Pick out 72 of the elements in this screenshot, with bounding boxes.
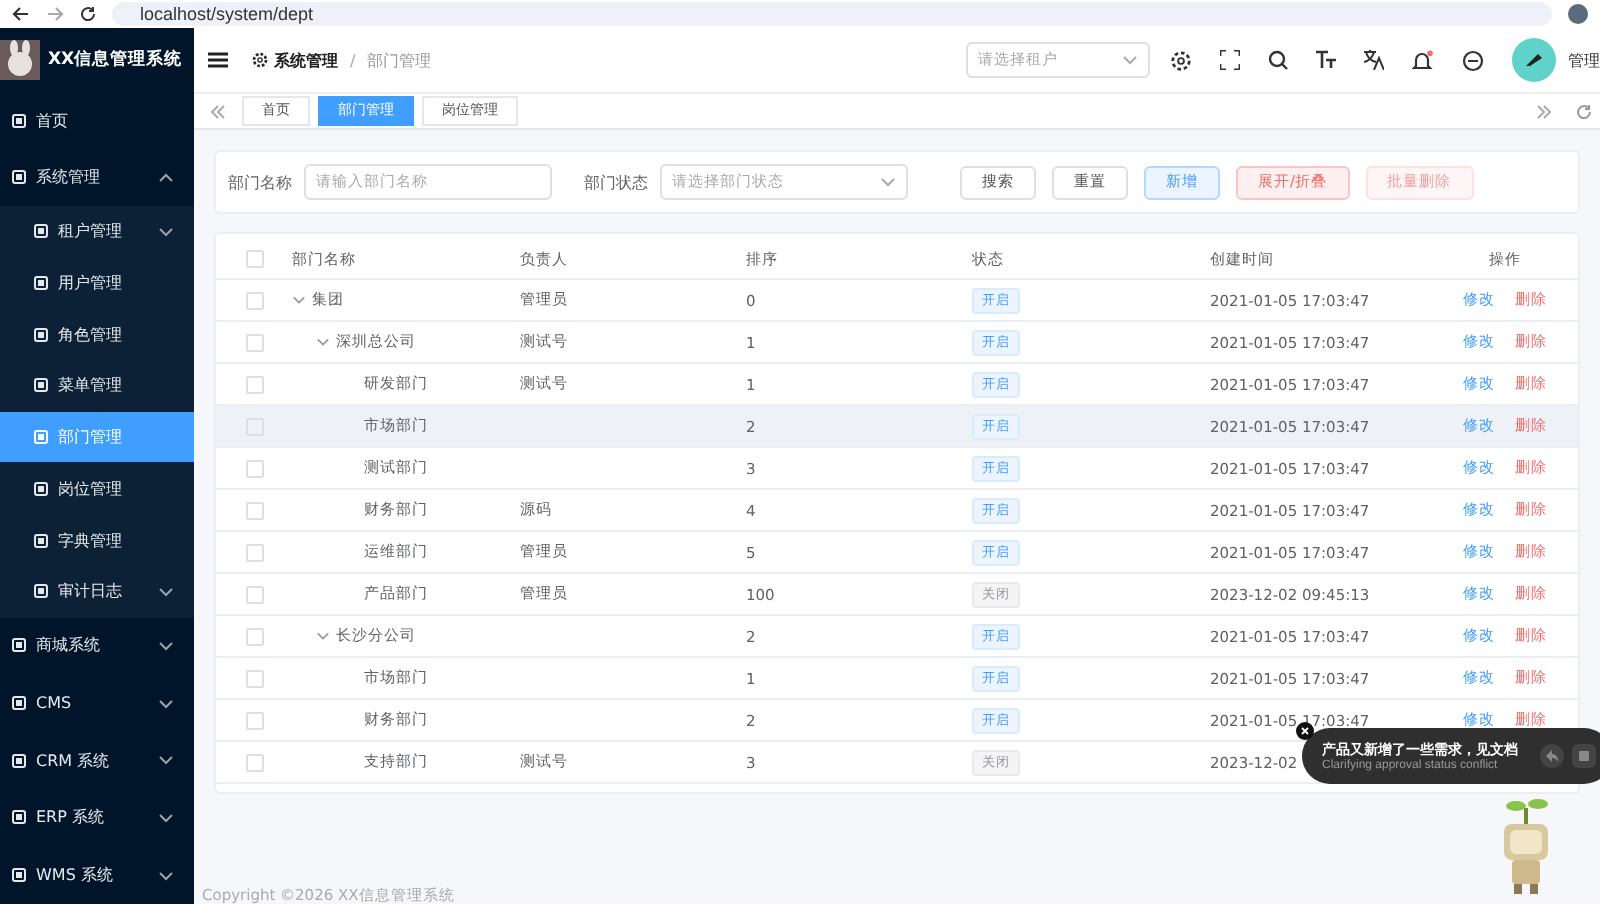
menu-item[interactable]: 岗位管理 xyxy=(0,462,194,515)
row-checkbox[interactable] xyxy=(245,333,263,351)
square-icon xyxy=(12,753,26,768)
row-checkbox[interactable] xyxy=(245,459,263,477)
caret-icon xyxy=(1122,54,1138,66)
menu-item[interactable]: CMS xyxy=(0,674,194,732)
square-icon xyxy=(12,810,26,825)
forward-icon[interactable] xyxy=(46,6,64,22)
row-checkbox[interactable] xyxy=(245,375,263,393)
font-size-icon[interactable] xyxy=(1316,50,1336,70)
breadcrumb-link[interactable]: 系统管理 xyxy=(274,49,338,71)
expand-toggle-icon[interactable] xyxy=(292,294,306,306)
menu-item[interactable]: 字典管理 xyxy=(0,514,194,566)
profile-icon[interactable] xyxy=(1568,4,1588,24)
app-title: XX信息管理系统 xyxy=(48,47,183,72)
menu-item[interactable]: WMS 系统 xyxy=(0,846,194,904)
row-checkbox[interactable] xyxy=(245,501,263,519)
menu-item[interactable]: 菜单管理 xyxy=(0,360,194,412)
square-icon xyxy=(34,584,48,599)
menu-item[interactable]: 首页 xyxy=(0,91,194,149)
expand-toggle-icon[interactable] xyxy=(316,630,330,642)
stop-icon[interactable] xyxy=(1572,744,1596,768)
square-icon xyxy=(12,170,26,185)
refresh-icon[interactable] xyxy=(1576,103,1592,119)
breadcrumb-separator: / xyxy=(350,51,356,69)
user-name[interactable]: 管理 xyxy=(1568,49,1600,71)
square-icon xyxy=(34,430,48,445)
reply-icon[interactable] xyxy=(1540,744,1564,768)
fullscreen-icon[interactable] xyxy=(1220,50,1240,70)
expand-toggle-icon[interactable] xyxy=(316,336,330,348)
menu-item[interactable]: 审计日志 xyxy=(0,565,194,618)
menu-item[interactable]: 系统管理 xyxy=(0,148,194,207)
menu-item[interactable]: 角色管理 xyxy=(0,308,194,361)
row-checkbox[interactable] xyxy=(245,753,263,771)
reload-icon[interactable] xyxy=(80,6,96,22)
row-checkbox[interactable] xyxy=(245,711,263,729)
select-all-checkbox[interactable] xyxy=(245,250,263,268)
translate-icon[interactable] xyxy=(1364,50,1384,70)
menu-item[interactable]: 商城系统 xyxy=(0,617,194,675)
menu-item[interactable]: 用户管理 xyxy=(0,257,194,309)
menu-item[interactable]: ERP 系统 xyxy=(0,789,194,847)
bell-icon[interactable] xyxy=(1412,49,1434,71)
settings-icon xyxy=(252,52,268,68)
square-icon xyxy=(34,224,48,239)
square-icon xyxy=(34,533,48,547)
settings-icon[interactable] xyxy=(1170,49,1192,71)
square-icon xyxy=(34,378,48,393)
square-icon xyxy=(12,113,26,127)
square-icon xyxy=(34,276,48,291)
row-checkbox[interactable] xyxy=(245,669,263,687)
menu-icon[interactable] xyxy=(208,52,228,68)
square-icon xyxy=(12,696,26,711)
row-checkbox[interactable] xyxy=(245,291,263,309)
address-bar[interactable]: localhost/system/dept xyxy=(112,2,1552,26)
user-avatar[interactable] xyxy=(1512,38,1556,82)
field-label: 部门状态 xyxy=(584,171,648,193)
menu-item[interactable]: 租户管理 xyxy=(0,206,194,258)
menu-item[interactable]: CRM 系统 xyxy=(0,731,194,790)
row-checkbox[interactable] xyxy=(245,585,263,603)
row-checkbox[interactable] xyxy=(245,543,263,561)
caret-icon xyxy=(880,176,896,188)
scroll-left-icon[interactable] xyxy=(210,103,226,119)
back-icon[interactable] xyxy=(12,6,30,22)
row-checkbox[interactable] xyxy=(245,627,263,645)
square-icon xyxy=(12,868,26,883)
field-label: 部门名称 xyxy=(228,171,292,193)
square-icon xyxy=(12,638,26,653)
scroll-right-icon[interactable] xyxy=(1536,103,1552,119)
square-icon xyxy=(34,327,48,342)
breadcrumb-current: 部门管理 xyxy=(367,49,432,71)
square-icon xyxy=(34,481,48,496)
search-icon[interactable] xyxy=(1268,50,1288,70)
